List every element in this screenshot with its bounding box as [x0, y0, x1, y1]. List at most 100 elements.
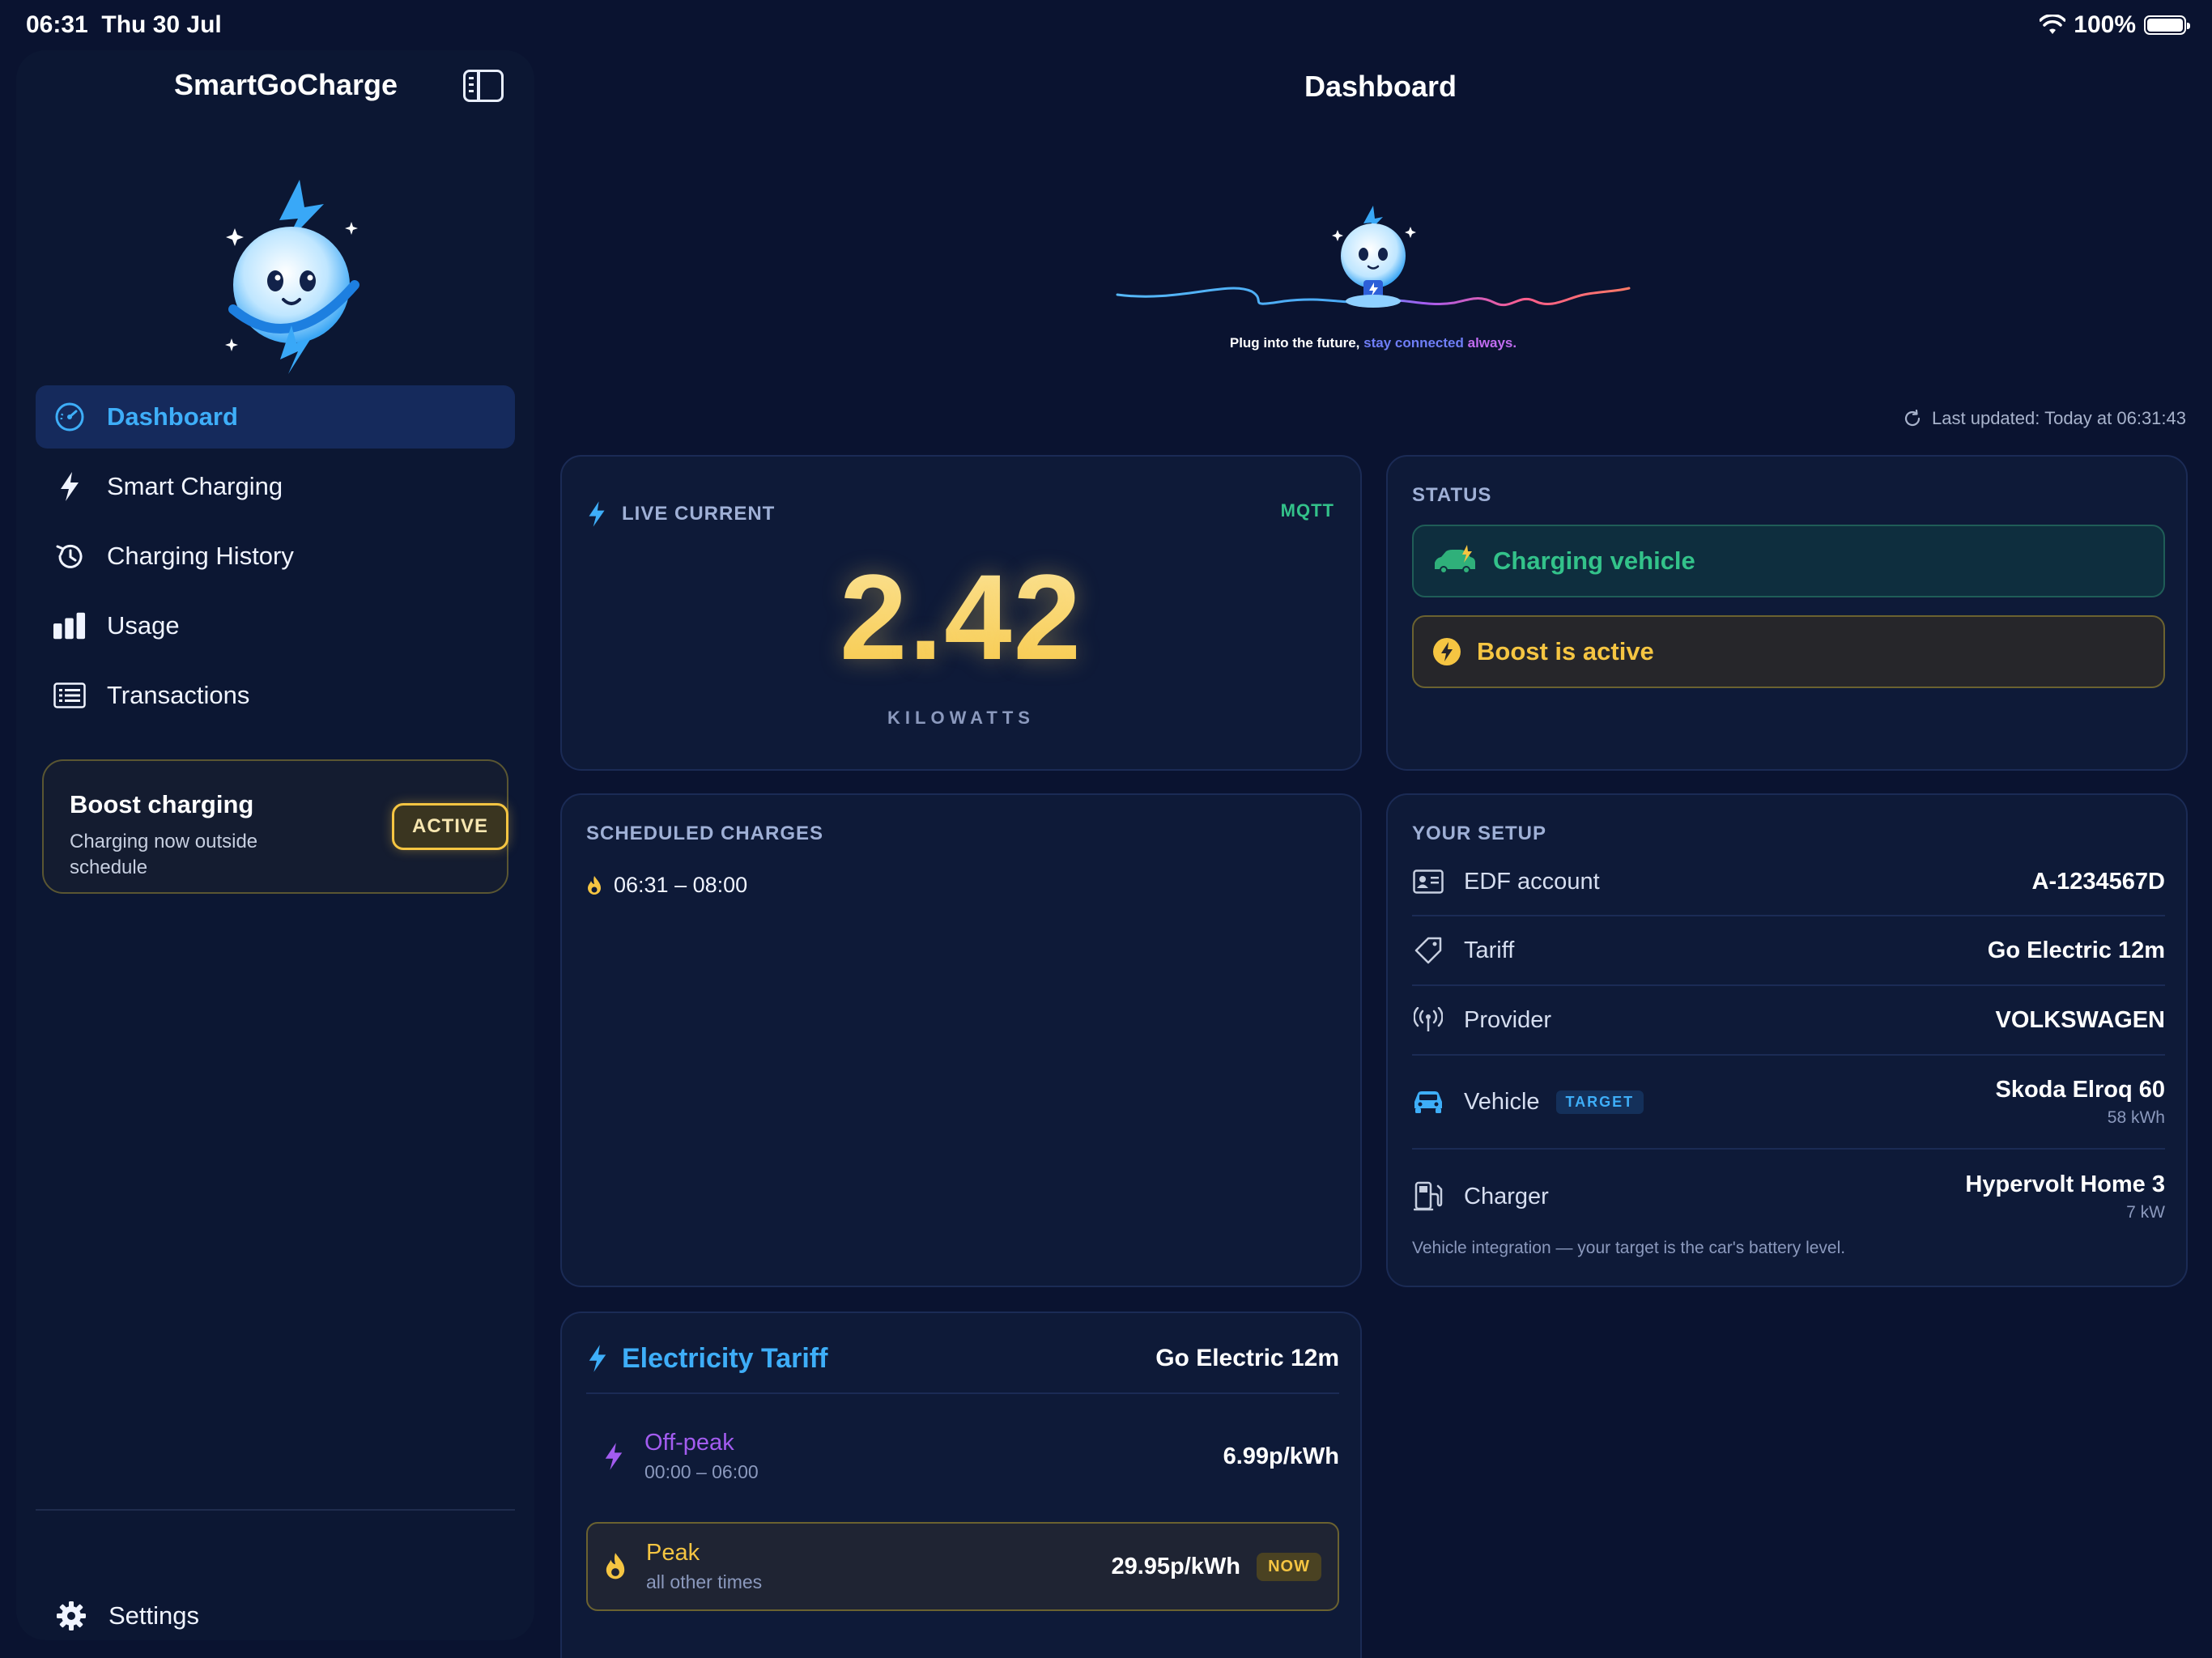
- status-time: 06:31 Thu 30 Jul: [26, 11, 222, 39]
- sidebar-toggle-icon[interactable]: [463, 70, 504, 102]
- mascot-logo: [202, 172, 381, 382]
- antenna-icon: [1412, 1004, 1444, 1036]
- setup-subvalue: 7 kW: [2126, 1202, 2165, 1222]
- sidebar-item-label: Dashboard: [107, 402, 238, 431]
- bolt-icon: [605, 1443, 623, 1470]
- boost-active-badge[interactable]: ACTIVE: [392, 803, 508, 850]
- setup-value-charger: Hypervolt Home 3 7 kW: [1965, 1171, 2165, 1222]
- setup-value: A-1234567D: [2031, 868, 2165, 895]
- sidebar-item-label: Transactions: [107, 681, 250, 709]
- last-updated-text: Last updated: Today at 06:31:43: [1932, 408, 2186, 428]
- setup-label: Tariff: [1464, 937, 1515, 963]
- tariff-plan: Go Electric 12m: [1155, 1345, 1339, 1371]
- car-charging-icon: [1435, 545, 1475, 574]
- sidebar-item-usage[interactable]: Usage: [36, 594, 515, 657]
- live-current-header: LIVE CURRENT: [586, 499, 775, 529]
- live-current-value: 2.42: [562, 547, 1360, 687]
- setup-value: Go Electric 12m: [1987, 937, 2165, 963]
- status-heading: STATUS: [1412, 484, 1492, 506]
- rate-name: Peak: [646, 1540, 700, 1566]
- setup-label: Vehicle: [1464, 1088, 1540, 1115]
- settings-label: Settings: [108, 1601, 200, 1630]
- setup-value: VOLKSWAGEN: [1995, 1006, 2165, 1033]
- sidebar-item-label: Charging History: [107, 542, 294, 570]
- setup-heading: YOUR SETUP: [1412, 823, 1547, 844]
- scheduled-charges-card: SCHEDULED CHARGES 06:31 – 08:00: [560, 793, 1362, 1287]
- status-card: STATUS Charging vehicle Boost is active: [1386, 455, 2188, 771]
- rate-time: 00:00 – 06:00: [644, 1461, 759, 1482]
- hero-banner: Plug into the future, stay connected alw…: [1114, 159, 1632, 353]
- sidebar-item-charging-history[interactable]: Charging History: [36, 525, 515, 588]
- flame-icon: [588, 875, 601, 895]
- schedule-slot-time: 06:31 – 08:00: [614, 873, 748, 897]
- rate-name: Off-peak: [644, 1430, 734, 1456]
- list-icon: [53, 679, 86, 712]
- rate-price: 6.99p/kWh: [1223, 1443, 1339, 1469]
- rate-row-peak: Peak all other times 29.95p/kWh NOW: [586, 1522, 1339, 1611]
- boost-status-text: Boost is active: [1477, 637, 1654, 665]
- setup-row-edf-account: EDF account A-1234567D: [1412, 848, 2165, 916]
- tag-icon: [1412, 934, 1444, 967]
- history-icon: [53, 540, 86, 572]
- setup-subvalue: 58 kWh: [2107, 1107, 2165, 1127]
- now-badge: NOW: [1257, 1552, 1321, 1581]
- boost-title: Boost charging: [70, 790, 254, 818]
- schedule-slot[interactable]: 06:31 – 08:00: [586, 873, 747, 898]
- setup-value: Skoda Elroq 60: [1995, 1076, 2165, 1103]
- your-setup-card: YOUR SETUP EDF account A-1234567D Tariff…: [1386, 793, 2188, 1287]
- hero-tagline: Plug into the future, stay connected alw…: [1114, 335, 1632, 351]
- sidebar-item-transactions[interactable]: Transactions: [36, 664, 515, 727]
- scheduled-heading: SCHEDULED CHARGES: [586, 823, 824, 844]
- rate-time: all other times: [646, 1571, 763, 1592]
- setup-value: Hypervolt Home 3: [1965, 1171, 2165, 1197]
- tagline-mid: stay connected: [1363, 335, 1468, 351]
- id-card-icon: [1412, 865, 1444, 898]
- flame-icon: [606, 1553, 625, 1579]
- tariff-title: Electricity Tariff: [622, 1342, 828, 1374]
- sidebar-item-dashboard[interactable]: Dashboard: [36, 385, 515, 449]
- setup-label: EDF account: [1464, 868, 1600, 895]
- electricity-tariff-card: Electricity Tariff Go Electric 12m Off-p…: [560, 1312, 1362, 1658]
- live-current-unit: KILOWATTS: [887, 708, 1035, 728]
- setup-row-provider: Provider VOLKSWAGEN: [1412, 986, 2165, 1056]
- setup-label: Provider: [1464, 1006, 1551, 1033]
- setup-note: Vehicle integration — your target is the…: [1412, 1239, 1846, 1257]
- charging-status-text: Charging vehicle: [1493, 546, 1695, 575]
- last-updated[interactable]: Last updated: Today at 06:31:43: [1903, 408, 2186, 429]
- sidebar-item-label: Usage: [107, 611, 180, 640]
- bolt-icon: [589, 501, 605, 527]
- bar-chart-icon: [53, 610, 86, 642]
- setup-value-vehicle: Skoda Elroq 60 58 kWh: [1995, 1077, 2165, 1128]
- bolt-icon: [589, 1345, 606, 1372]
- tagline-end: always.: [1467, 335, 1517, 351]
- ev-charger-icon: [1412, 1180, 1444, 1213]
- gauge-icon: [53, 401, 86, 433]
- gear-icon: [57, 1601, 86, 1630]
- sidebar-item-settings[interactable]: Settings: [55, 1600, 199, 1632]
- rate-info: Off-peak 00:00 – 06:00: [644, 1430, 759, 1483]
- boost-status: Boost is active: [1412, 615, 2165, 688]
- setup-row-tariff: Tariff Go Electric 12m: [1412, 916, 2165, 986]
- bolt-circle-icon: [1433, 638, 1461, 665]
- mqtt-badge: MQTT: [1280, 500, 1334, 521]
- rate-price: 29.95p/kWh: [1111, 1553, 1240, 1579]
- battery-icon: [2144, 15, 2190, 35]
- page-title: Dashboard: [1304, 70, 1457, 103]
- rate-row-off-peak: Off-peak 00:00 – 06:00 6.99p/kWh: [586, 1412, 1339, 1501]
- sidebar-item-label: Smart Charging: [107, 472, 283, 500]
- sidebar-item-smart-charging[interactable]: Smart Charging: [36, 455, 515, 518]
- car-icon: [1412, 1086, 1444, 1118]
- charging-status: Charging vehicle: [1412, 525, 2165, 597]
- battery-percent: 100%: [2074, 11, 2136, 38]
- bolt-icon: [53, 470, 86, 503]
- boost-charging-card[interactable]: Boost charging Charging now outside sche…: [42, 759, 508, 894]
- sidebar-divider: [36, 1509, 515, 1511]
- live-current-heading: LIVE CURRENT: [622, 503, 776, 525]
- sidebar-nav: Dashboard Smart Charging Charging Histor…: [36, 385, 515, 733]
- refresh-icon: [1904, 409, 1921, 427]
- live-current-card: LIVE CURRENT MQTT 2.42 KILOWATTS: [560, 455, 1362, 771]
- tagline-prefix: Plug into the future,: [1229, 335, 1364, 351]
- wifi-icon: [2040, 15, 2066, 34]
- status-right: 100%: [2040, 11, 2190, 39]
- setup-row-vehicle: Vehicle TARGET Skoda Elroq 60 58 kWh: [1412, 1056, 2165, 1150]
